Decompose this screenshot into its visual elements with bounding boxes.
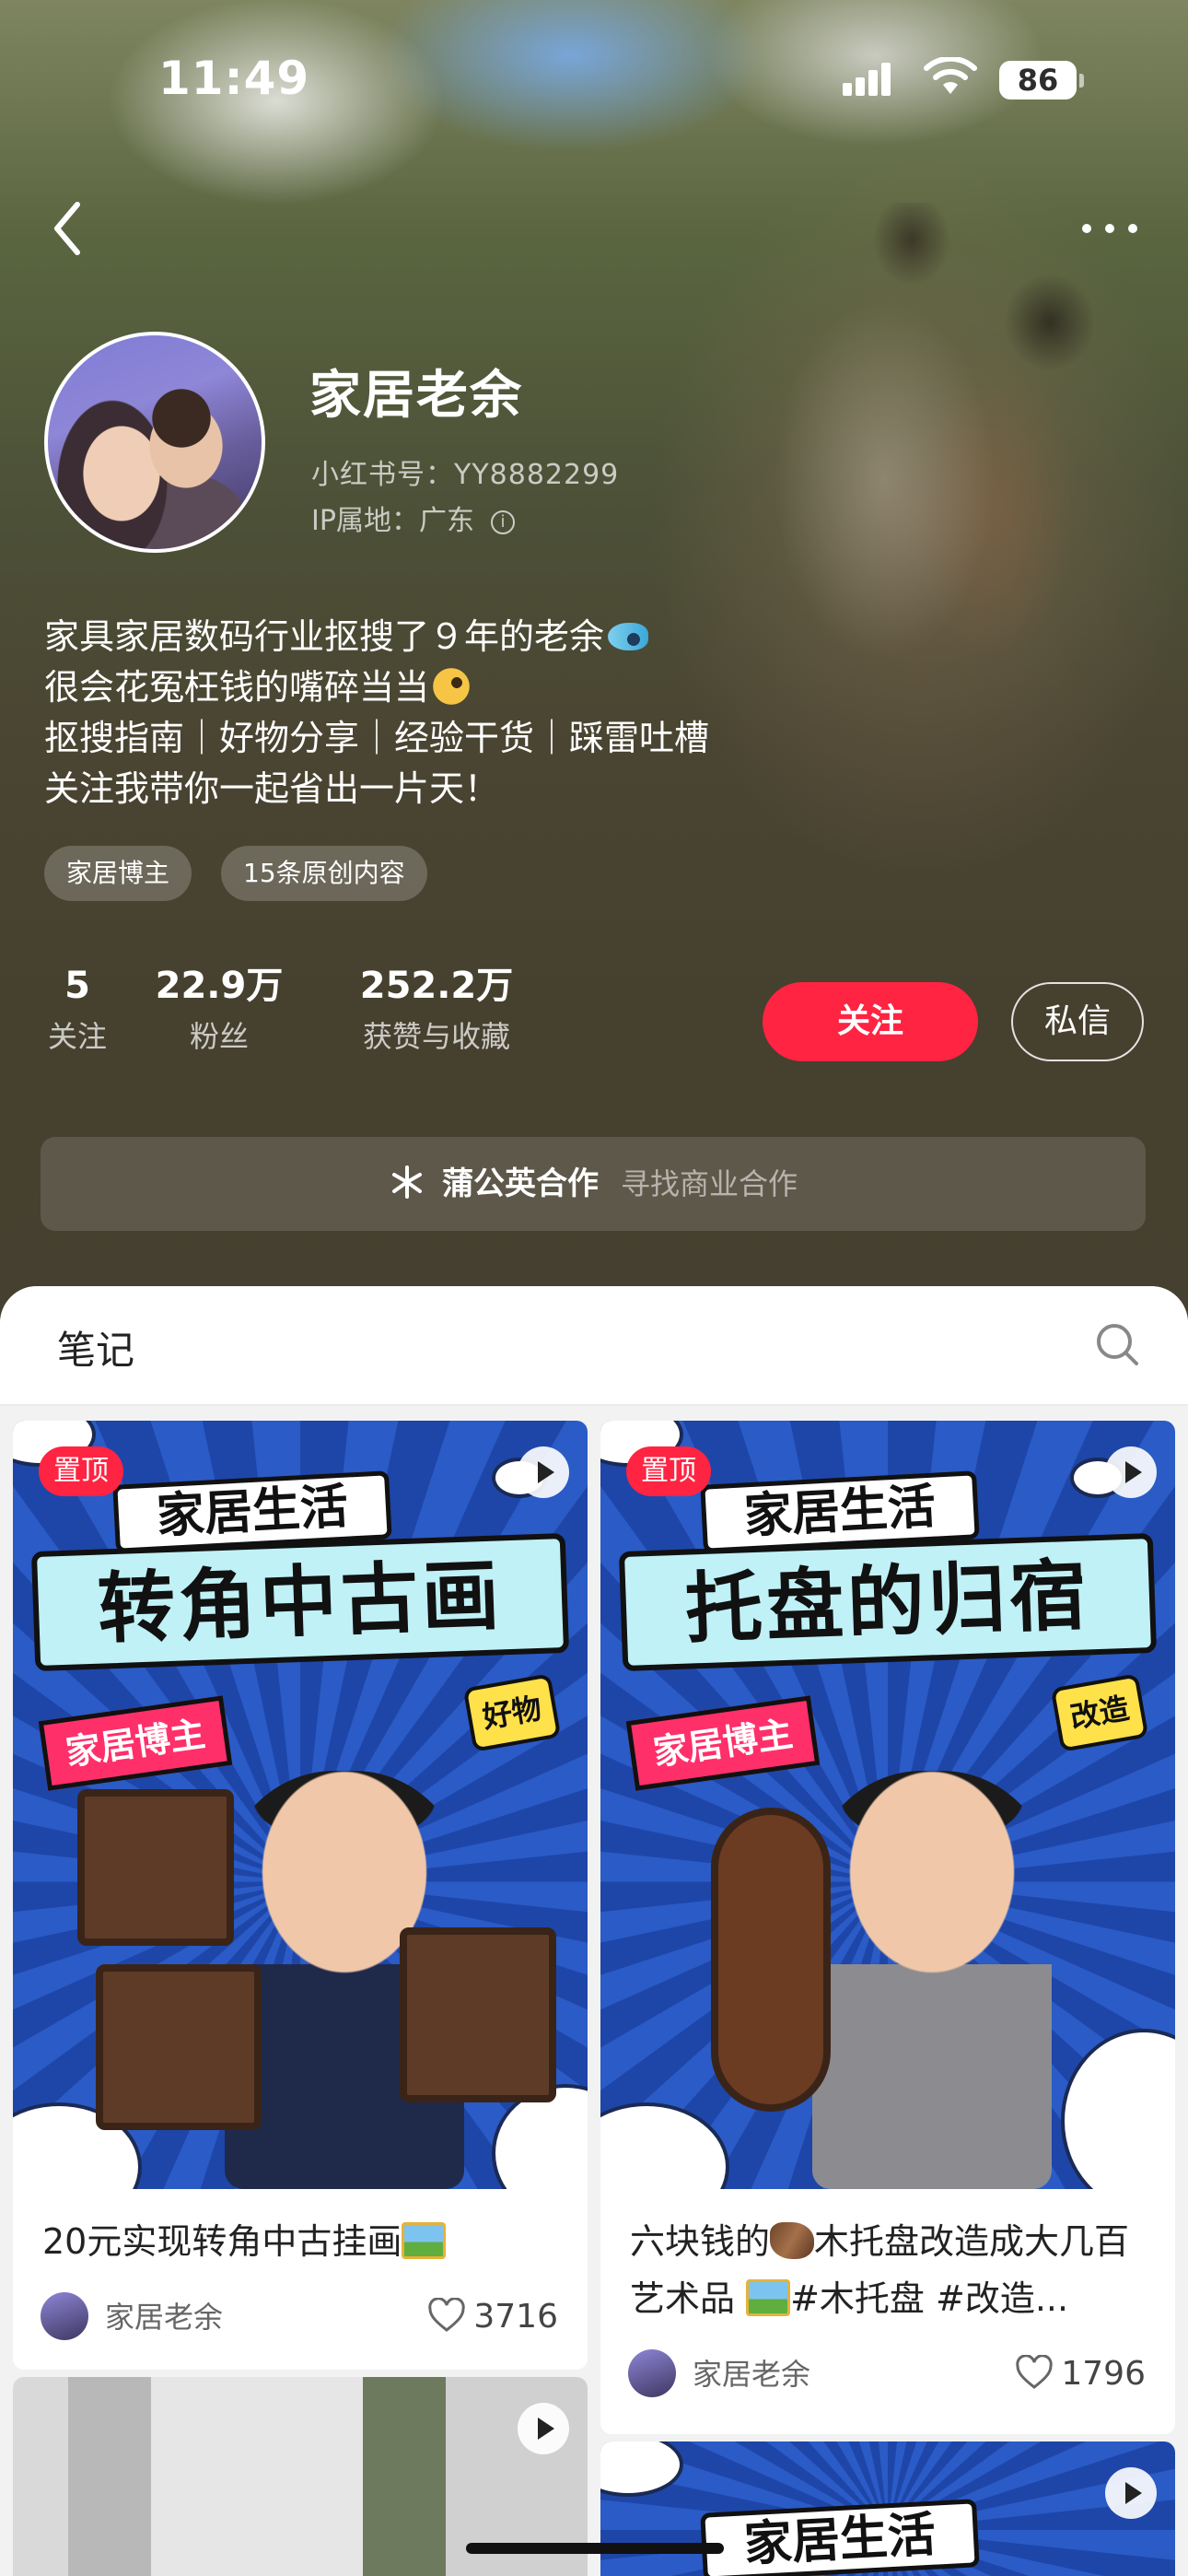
signal-icon bbox=[843, 63, 894, 96]
note-cover[interactable]: 家居生活 bbox=[600, 2441, 1175, 2576]
profile-name: 家居老余 bbox=[309, 366, 523, 426]
like-button[interactable]: 3716 bbox=[427, 2296, 558, 2338]
play-icon bbox=[518, 2403, 569, 2454]
like-count: 1796 bbox=[1061, 2355, 1146, 2393]
ip-location-text: IP属地：广东 bbox=[311, 505, 474, 537]
picture-emoji-icon bbox=[746, 2279, 791, 2316]
like-count: 3716 bbox=[473, 2298, 558, 2336]
author-avatar[interactable] bbox=[41, 2292, 88, 2340]
bio-line: 很会花冤枉钱的嘴碎当当 bbox=[44, 662, 709, 713]
note-card[interactable]: 家居生活 托盘的归宿 家居博主 改造 置顶 六块钱的 木托盘改造成大几百艺术品 #… bbox=[600, 1421, 1175, 2434]
stat-following[interactable]: 5 关注 bbox=[44, 958, 111, 1060]
frame-prop bbox=[400, 1927, 556, 2102]
cover-title: 托盘的归宿 bbox=[618, 1532, 1158, 1672]
cover-badge: 家居博主 bbox=[625, 1695, 821, 1791]
avatar[interactable] bbox=[44, 332, 265, 553]
stat-followers[interactable]: 22.9万 粉丝 bbox=[155, 958, 284, 1060]
cover-sticker: 好物 bbox=[462, 1673, 562, 1752]
note-cover[interactable]: 家居生活 托盘的归宿 家居博主 改造 置顶 bbox=[600, 1421, 1175, 2189]
note-cover[interactable]: 家居生活 转角中古画 家居博主 好物 置顶 bbox=[13, 1421, 588, 2189]
heart-icon bbox=[1016, 2355, 1054, 2389]
note-card[interactable]: 家居生活 转角中古画 家居博主 好物 置顶 20元实现转角中古挂画 家居老余 3… bbox=[13, 1421, 588, 2370]
fish-emoji-icon bbox=[608, 623, 649, 650]
pinned-label: 置顶 bbox=[39, 1446, 123, 1496]
follow-button[interactable]: 关注 bbox=[763, 982, 978, 1061]
tag-original-content[interactable]: 15条原创内容 bbox=[221, 846, 427, 901]
cover-person bbox=[812, 1771, 1052, 2189]
tray-prop bbox=[711, 1808, 831, 2112]
battery-indicator: 86 bbox=[999, 61, 1084, 100]
heart-icon bbox=[428, 2298, 466, 2332]
message-button[interactable]: 私信 bbox=[1011, 982, 1144, 1061]
stat-likes-collects[interactable]: 252.2万 获赞与收藏 bbox=[326, 958, 547, 1060]
author-avatar[interactable] bbox=[628, 2349, 676, 2397]
stat-value: 22.9万 bbox=[155, 965, 284, 1007]
tag-blogger[interactable]: 家居博主 bbox=[44, 846, 192, 901]
collab-title: 蒲公英合作 bbox=[441, 1165, 599, 1202]
bio: 家具家居数码行业抠搜了９年的老余 很会花冤枉钱的嘴碎当当 抠搜指南｜好物分享｜经… bbox=[44, 612, 709, 814]
cover-title: 转角中古画 bbox=[30, 1532, 570, 1672]
stat-label: 获赞与收藏 bbox=[362, 1019, 510, 1054]
frame-prop bbox=[77, 1789, 234, 1946]
cloud-decoration bbox=[600, 2102, 729, 2189]
collaboration-banner[interactable]: 蒲公英合作 寻找商业合作 bbox=[41, 1137, 1146, 1231]
status-time: 11:49 bbox=[158, 52, 310, 105]
profile-screen: 11:49 86 家居老余 小红书号：YY8882299 IP属地：广东 i 家具… bbox=[0, 0, 1188, 2576]
wifi-icon bbox=[924, 57, 977, 94]
note-title: 20元实现转角中古挂画 bbox=[13, 2189, 588, 2270]
author-name[interactable]: 家居老余 bbox=[693, 2353, 810, 2395]
tab-notes[interactable]: 笔记 bbox=[57, 1319, 134, 1376]
bio-line: 关注我带你一起省出一片天！ bbox=[44, 768, 500, 809]
background-photo-couple bbox=[700, 203, 1179, 848]
red-id: 小红书号：YY8882299 bbox=[311, 459, 620, 491]
ip-location: IP属地：广东 i bbox=[311, 498, 515, 538]
pufferfish-emoji-icon bbox=[433, 668, 471, 705]
cover-header: 家居生活 bbox=[700, 2499, 980, 2576]
picture-emoji-icon bbox=[402, 2222, 447, 2259]
more-icon[interactable] bbox=[1077, 210, 1142, 247]
info-icon[interactable]: i bbox=[490, 509, 515, 534]
back-icon[interactable] bbox=[48, 199, 88, 258]
note-title: 六块钱的 木托盘改造成大几百艺术品 #木托盘 #改造... bbox=[630, 2221, 1130, 2319]
play-icon bbox=[1105, 2467, 1157, 2519]
like-button[interactable]: 1796 bbox=[1015, 2353, 1146, 2395]
author-name[interactable]: 家居老余 bbox=[105, 2296, 223, 2338]
play-icon bbox=[1105, 1446, 1157, 1498]
cloud-decoration bbox=[1061, 2029, 1175, 2189]
frame-prop bbox=[96, 1964, 262, 2130]
stat-value: 5 bbox=[64, 965, 90, 1007]
stat-value: 252.2万 bbox=[359, 965, 514, 1007]
search-icon[interactable] bbox=[1094, 1321, 1140, 1367]
cover-sticker: 改造 bbox=[1050, 1673, 1149, 1752]
wood-emoji-icon bbox=[770, 2222, 815, 2259]
notes-header bbox=[0, 1286, 1188, 1406]
play-icon bbox=[518, 1446, 569, 1498]
note-meta: 家居老余 3716 bbox=[13, 2283, 588, 2357]
bio-line: 家具家居数码行业抠搜了９年的老余 bbox=[44, 612, 709, 662]
note-meta: 家居老余 1796 bbox=[600, 2340, 1175, 2414]
dandelion-icon bbox=[391, 1165, 422, 1199]
stat-label: 关注 bbox=[47, 1019, 107, 1054]
cover-badge: 家居博主 bbox=[38, 1695, 233, 1791]
note-card[interactable]: 家居生活 bbox=[600, 2441, 1175, 2576]
stat-label: 粉丝 bbox=[189, 1019, 249, 1054]
cloud-decoration bbox=[600, 2441, 683, 2497]
home-indicator[interactable] bbox=[466, 2543, 724, 2554]
bio-line: 抠搜指南｜好物分享｜经验干货｜踩雷吐槽 bbox=[44, 718, 710, 758]
collab-subtitle: 寻找商业合作 bbox=[620, 1166, 798, 1201]
pinned-label: 置顶 bbox=[626, 1446, 711, 1496]
